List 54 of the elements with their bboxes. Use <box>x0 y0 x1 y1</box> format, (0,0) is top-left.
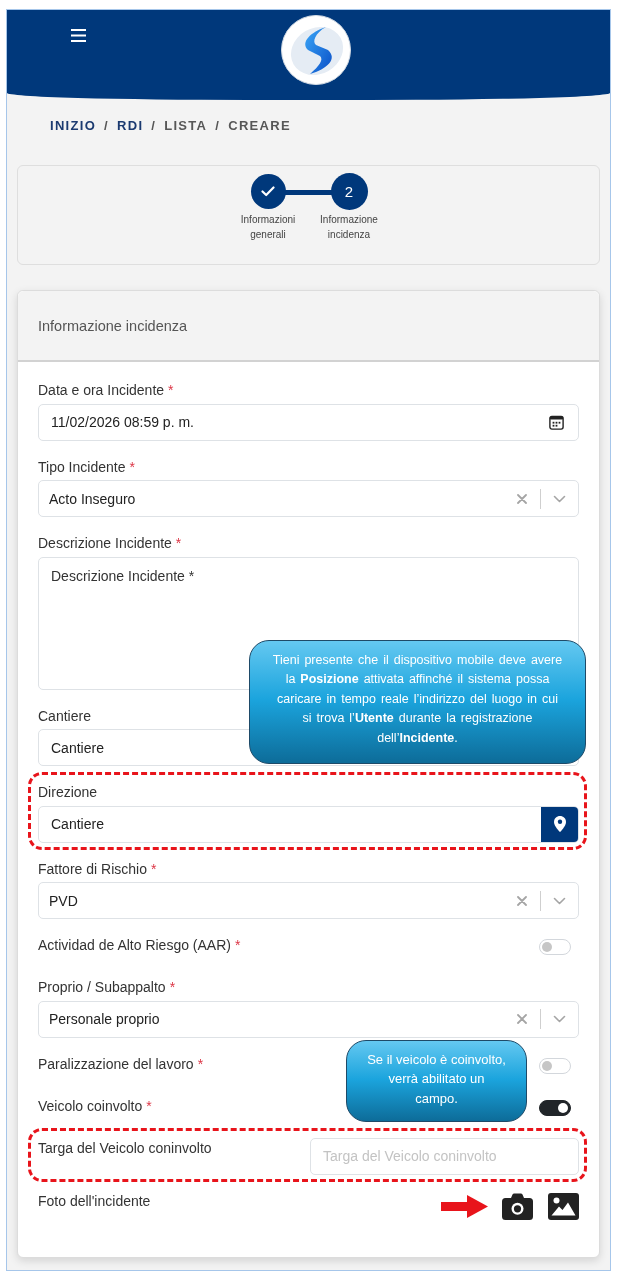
breadcrumb-item: CREARE <box>228 118 291 134</box>
camera-icon[interactable] <box>502 1192 533 1220</box>
step-label: Informazioni generali <box>239 213 297 242</box>
info-tooltip: Se il veicolo è coinvolto, verrà abilitato un campo. <box>346 1039 527 1122</box>
field-label: Paralizzazione del lavoro <box>38 1054 194 1074</box>
select-field[interactable]: Acto Inseguro <box>38 480 579 517</box>
field-label: Proprio / Subappalto <box>38 978 166 997</box>
chevron-down-icon[interactable] <box>553 494 566 503</box>
field-label: Targa del Veicolo coninvolto <box>38 1138 212 1158</box>
calendar-icon[interactable] <box>549 414 564 430</box>
menu-icon[interactable] <box>71 29 86 42</box>
field-label: Descrizione Incidente <box>38 534 172 553</box>
image-icon[interactable] <box>548 1192 579 1220</box>
address-field[interactable]: Cantiere <box>38 805 579 843</box>
location-button[interactable] <box>541 806 578 842</box>
logo-icon <box>281 15 351 85</box>
step-label: Informazione incidenza <box>319 213 379 242</box>
breadcrumb-separator: / <box>215 118 221 134</box>
toggle-switch[interactable] <box>539 1099 571 1116</box>
select-field[interactable]: Personale proprio <box>38 1000 579 1038</box>
required-mark: * <box>235 936 241 955</box>
field-label: Cantiere <box>38 706 91 726</box>
chevron-down-icon[interactable] <box>553 896 566 905</box>
required-mark: * <box>197 1054 204 1074</box>
location-pin-icon <box>554 816 566 832</box>
card-title: Informazione incidenza <box>38 317 188 334</box>
breadcrumb-link[interactable]: RDI <box>117 118 144 134</box>
field-label: Data e ora Incidente <box>38 381 165 400</box>
breadcrumb-separator: / <box>104 118 109 134</box>
required-mark: * <box>168 381 174 400</box>
field-label: Direzione <box>38 783 98 802</box>
chevron-down-icon[interactable] <box>553 1015 566 1023</box>
required-mark: * <box>169 978 176 997</box>
info-tooltip: Tieni presente che il dispositivo mobile deve avere la Posizione attivata affinché il sistema possa caricare in tempo reale l’indirizzo del luogo in cui si trova l’Utente durante la registrazione dell’Incidente. <box>249 639 586 764</box>
field-label: Actividad de Alto Riesgo (AAR) <box>38 936 231 955</box>
plate-field[interactable]: Targa del Veicolo coninvolto <box>310 1137 579 1175</box>
select-field[interactable]: PVD <box>38 882 579 919</box>
required-mark: * <box>129 457 135 477</box>
clear-icon[interactable] <box>517 493 527 504</box>
field-label: Tipo Incidente <box>38 457 126 477</box>
required-mark: * <box>146 1096 152 1116</box>
datetime-field[interactable]: 11/02/2026 08:59 p. m. <box>38 403 579 441</box>
breadcrumb-link[interactable]: INIZIO <box>50 118 97 134</box>
breadcrumb-separator: / <box>151 118 157 134</box>
check-icon <box>261 186 275 197</box>
field-label: Fattore di Rischio <box>38 859 147 879</box>
clear-icon[interactable] <box>517 1014 527 1024</box>
field-label: Foto dell'incidente <box>38 1191 151 1211</box>
step-number: 2 <box>331 174 367 209</box>
breadcrumb-item: LISTA <box>164 118 208 134</box>
field-label: Veicolo coinvolto <box>38 1096 143 1116</box>
clear-icon[interactable] <box>517 895 527 906</box>
required-mark: * <box>175 534 182 553</box>
required-mark: * <box>150 859 157 879</box>
